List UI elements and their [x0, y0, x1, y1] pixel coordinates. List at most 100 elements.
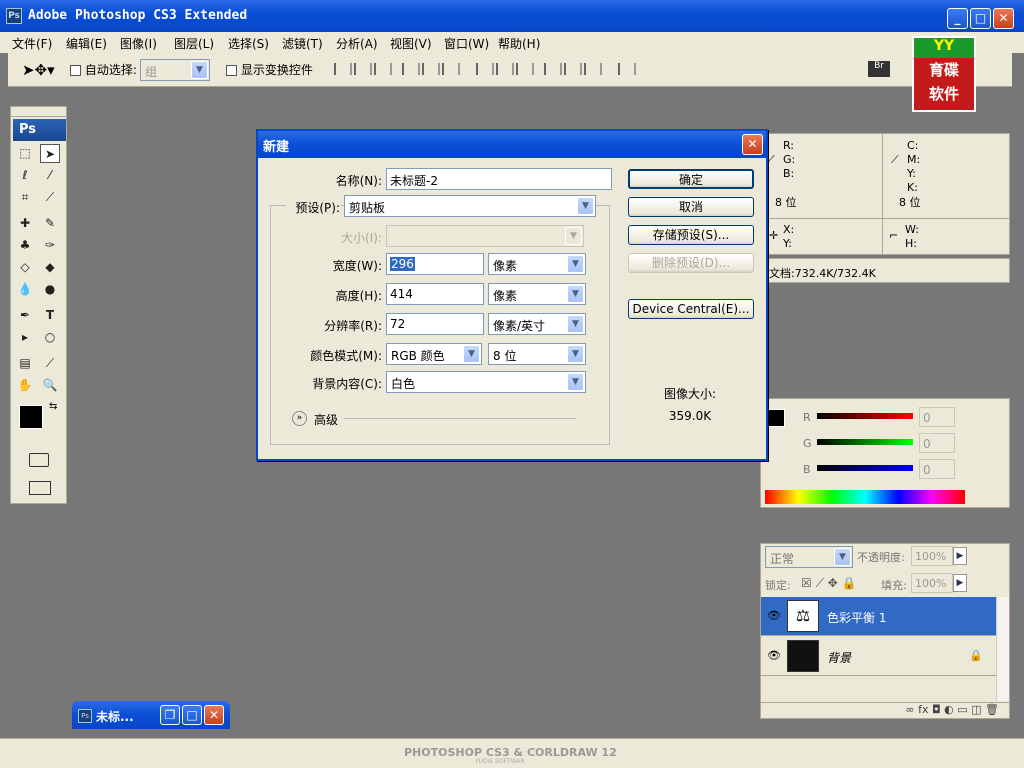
- resolution-input[interactable]: 72: [386, 313, 484, 335]
- blend-mode-dropdown[interactable]: 正常 ▼: [765, 546, 853, 568]
- path-select-icon[interactable]: ▸: [15, 328, 35, 347]
- menu-file[interactable]: 文件(F): [12, 35, 52, 52]
- opacity-input[interactable]: 100%: [911, 546, 953, 566]
- minimize-button[interactable]: _: [947, 8, 968, 29]
- width-input[interactable]: 296: [386, 253, 484, 275]
- quick-mask-icon[interactable]: [29, 453, 49, 467]
- menu-filter[interactable]: 滤镜(T): [282, 35, 323, 52]
- clone-stamp-icon[interactable]: ♣: [15, 236, 35, 255]
- device-central-button[interactable]: Device Central(E)...: [628, 299, 754, 319]
- blue-slider[interactable]: [817, 465, 913, 471]
- menu-image[interactable]: 图像(I): [120, 35, 157, 52]
- menu-help[interactable]: 帮助(H): [498, 35, 540, 52]
- type-tool-icon[interactable]: T: [40, 306, 60, 325]
- auto-select-checkbox[interactable]: [70, 65, 81, 76]
- show-transform-checkbox-group[interactable]: 显示变换控件: [226, 61, 313, 78]
- fill-input[interactable]: 100%: [911, 573, 953, 593]
- magic-wand-icon[interactable]: ⁄: [40, 166, 60, 185]
- lock-icons[interactable]: ☒ ⟋ ✥ 🔒: [801, 576, 857, 591]
- auto-align-icon[interactable]: [618, 63, 636, 75]
- paint-bucket-icon[interactable]: ◆: [40, 258, 60, 277]
- height-input[interactable]: 414: [386, 283, 484, 305]
- bridge-icon[interactable]: Br: [868, 61, 890, 77]
- dialog-close-button[interactable]: ✕: [742, 134, 763, 155]
- close-button[interactable]: ✕: [993, 8, 1014, 29]
- align-top-icon[interactable]: [334, 63, 352, 75]
- resolution-unit-dropdown[interactable]: 像素/英寸 ▼: [488, 313, 586, 335]
- width-unit-dropdown[interactable]: 像素 ▼: [488, 253, 586, 275]
- fill-arrow-icon[interactable]: ▶: [953, 574, 967, 592]
- align-bottom-icon[interactable]: [374, 63, 392, 75]
- maximize-button[interactable]: □: [970, 8, 991, 29]
- zoom-tool-icon[interactable]: 🔍: [40, 376, 60, 395]
- align-vcenter-icon[interactable]: [354, 63, 372, 75]
- red-value-input[interactable]: 0: [919, 407, 955, 427]
- eye-icon[interactable]: 👁: [767, 609, 781, 622]
- crop-tool-icon[interactable]: ⌗: [15, 188, 35, 207]
- green-slider[interactable]: [817, 439, 913, 445]
- ellipse-tool-icon[interactable]: ○: [40, 328, 60, 347]
- brush-tool-icon[interactable]: ✎: [40, 214, 60, 233]
- menu-layer[interactable]: 图层(L): [174, 35, 214, 52]
- height-unit-dropdown[interactable]: 像素 ▼: [488, 283, 586, 305]
- menu-select[interactable]: 选择(S): [228, 35, 269, 52]
- auto-select-dropdown[interactable]: 组 ▼: [140, 59, 210, 81]
- name-input[interactable]: 未标题-2: [386, 168, 612, 190]
- color-spectrum-bar[interactable]: [765, 490, 965, 504]
- doc-restore-button[interactable]: ❐: [160, 705, 180, 725]
- auto-select-checkbox-group[interactable]: 自动选择:: [70, 61, 137, 78]
- blue-value-input[interactable]: 0: [919, 459, 955, 479]
- blur-tool-icon[interactable]: 💧: [15, 280, 35, 299]
- layers-scrollbar[interactable]: [996, 597, 1009, 701]
- background-dropdown[interactable]: 白色 ▼: [386, 371, 586, 393]
- pen-tool-icon[interactable]: ✒: [15, 306, 35, 325]
- layers-footer-icons[interactable]: ∞ fx ◘ ◐ ▭ ◫ 🗑: [761, 702, 1009, 718]
- distribute-bottom-icon[interactable]: [516, 63, 534, 75]
- slice-tool-icon[interactable]: ⟋: [40, 188, 60, 207]
- doc-close-button[interactable]: ✕: [204, 705, 224, 725]
- distribute-left-icon[interactable]: [544, 63, 562, 75]
- distribute-top-icon[interactable]: [476, 63, 494, 75]
- color-fg-swatch[interactable]: [767, 409, 785, 427]
- eye-icon[interactable]: 👁: [767, 649, 781, 662]
- history-brush-icon[interactable]: ✑: [40, 236, 60, 255]
- healing-brush-icon[interactable]: ✚: [15, 214, 35, 233]
- preset-dropdown[interactable]: 剪贴板 ▼: [344, 195, 596, 217]
- toolbox-grip[interactable]: [11, 107, 66, 117]
- dodge-tool-icon[interactable]: ●: [40, 280, 60, 299]
- doc-maximize-button[interactable]: □: [182, 705, 202, 725]
- foreground-color-swatch[interactable]: [19, 405, 43, 429]
- align-left-icon[interactable]: [402, 63, 420, 75]
- hand-tool-icon[interactable]: ✋: [15, 376, 35, 395]
- expand-advanced-icon[interactable]: »: [292, 411, 307, 426]
- menu-window[interactable]: 窗口(W): [444, 35, 489, 52]
- opacity-arrow-icon[interactable]: ▶: [953, 547, 967, 565]
- cancel-button[interactable]: 取消: [628, 197, 754, 217]
- notes-tool-icon[interactable]: ▤: [15, 354, 35, 373]
- swap-colors-icon[interactable]: ⇆: [49, 401, 57, 412]
- screen-mode-icon[interactable]: [29, 481, 51, 495]
- move-tool-icon[interactable]: ➤: [40, 144, 60, 163]
- green-value-input[interactable]: 0: [919, 433, 955, 453]
- distribute-vcenter-icon[interactable]: [496, 63, 514, 75]
- ok-button[interactable]: 确定: [628, 169, 754, 189]
- eraser-tool-icon[interactable]: ◇: [15, 258, 35, 277]
- menu-edit[interactable]: 编辑(E): [66, 35, 107, 52]
- menu-view[interactable]: 视图(V): [390, 35, 432, 52]
- layer-row-background[interactable]: 👁 背景 🔒: [761, 637, 996, 676]
- distribute-right-icon[interactable]: [584, 63, 602, 75]
- marquee-tool-icon[interactable]: ⬚: [15, 144, 35, 163]
- red-slider[interactable]: [817, 413, 913, 419]
- distribute-hcenter-icon[interactable]: [564, 63, 582, 75]
- save-preset-button[interactable]: 存储预设(S)...: [628, 225, 754, 245]
- eyedropper-icon[interactable]: ⟋: [40, 354, 60, 373]
- lasso-tool-icon[interactable]: ℓ: [15, 166, 35, 185]
- show-transform-checkbox[interactable]: [226, 65, 237, 76]
- move-tool-icon[interactable]: ➤✥▾: [22, 61, 55, 79]
- bit-depth-dropdown[interactable]: 8 位 ▼: [488, 343, 586, 365]
- color-mode-dropdown[interactable]: RGB 颜色 ▼: [386, 343, 482, 365]
- align-right-icon[interactable]: [442, 63, 460, 75]
- layer-row-color-balance[interactable]: 👁 ⚖ 色彩平衡 1: [761, 597, 996, 636]
- align-hcenter-icon[interactable]: [422, 63, 440, 75]
- menu-analysis[interactable]: 分析(A): [336, 35, 378, 52]
